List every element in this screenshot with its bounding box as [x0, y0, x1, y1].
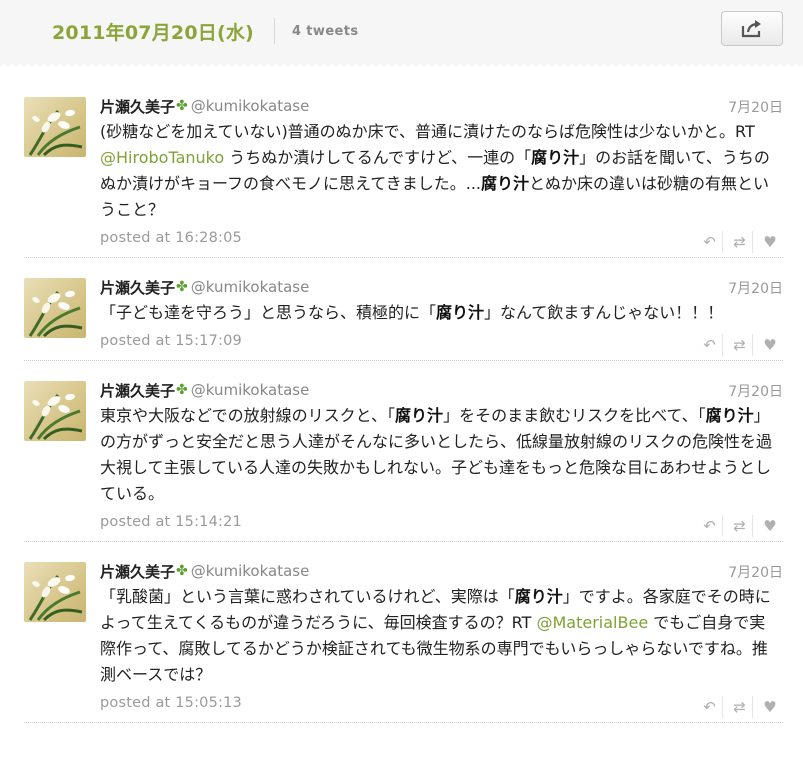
author-name[interactable]: 片瀬久美子 [100, 277, 175, 298]
clover-icon: ✤ [176, 98, 188, 114]
avatar[interactable] [24, 381, 86, 441]
retweet-icon[interactable]: ⇄ [727, 696, 753, 718]
reply-icon[interactable]: ↶ [697, 334, 723, 356]
posted-time[interactable]: posted at 15:14:21 [100, 514, 242, 530]
posted-time[interactable]: posted at 16:28:05 [100, 230, 242, 246]
tweet-date[interactable]: 7月20日 [728, 97, 783, 117]
tweet-list: 片瀬久美子 ✤ @kumikokatase 7月20日 (砂糖などを加えていない)普通の… [0, 63, 803, 723]
posted-time[interactable]: posted at 15:05:13 [100, 695, 242, 711]
clover-icon: ✤ [176, 279, 188, 295]
highlight-term: 腐り汁 [395, 406, 444, 425]
highlight-term: 腐り汁 [514, 587, 563, 606]
mention-link[interactable]: @MaterialBee [537, 613, 649, 632]
tweet-actions: ↶ ⇄ ♥ [697, 231, 783, 253]
author-handle[interactable]: @kumikokatase [191, 562, 310, 580]
author-name[interactable]: 片瀬久美子 [100, 96, 175, 117]
reply-icon[interactable]: ↶ [697, 231, 723, 253]
reply-icon[interactable]: ↶ [697, 696, 723, 718]
author-handle[interactable]: @kumikokatase [191, 97, 310, 115]
posted-time[interactable]: posted at 15:17:09 [100, 333, 242, 349]
timeline-header: 2011年07月20日(水) 4 tweets [0, 0, 803, 68]
avatar[interactable] [24, 97, 86, 157]
highlight-term: 腐り汁 [436, 303, 485, 322]
reply-icon[interactable]: ↶ [697, 515, 723, 537]
avatar[interactable] [24, 562, 86, 622]
highlight-term: 腐り汁 [481, 174, 530, 193]
author-handle[interactable]: @kumikokatase [191, 278, 310, 296]
retweet-icon[interactable]: ⇄ [727, 334, 753, 356]
tweet-text: 「乳酸菌」という言葉に惑わされているけれど、実際は「腐り汁」ですよ。各家庭でその… [100, 587, 771, 684]
tweet-date[interactable]: 7月20日 [728, 278, 783, 298]
tweet-text: (砂糖などを加えていない)普通のぬか床で、普通に漬けたのならば危険性は少ないかと… [100, 122, 770, 219]
share-icon [741, 19, 761, 37]
retweet-icon[interactable]: ⇄ [727, 515, 753, 537]
highlight-term: 腐り汁 [531, 148, 580, 167]
author-name[interactable]: 片瀬久美子 [100, 561, 175, 582]
mention-link[interactable]: @HiroboTanuko [100, 148, 224, 167]
heart-icon[interactable]: ♥ [757, 696, 783, 718]
clover-icon: ✤ [176, 563, 188, 579]
tweet-actions: ↶ ⇄ ♥ [697, 696, 783, 718]
tweet-item: 片瀬久美子 ✤ @kumikokatase 7月20日「乳酸菌」という言葉に惑わされて… [24, 550, 783, 723]
tweet-count: 4 tweets [291, 23, 359, 39]
share-button[interactable] [721, 11, 783, 46]
header-divider [273, 18, 275, 44]
tweet-date[interactable]: 7月20日 [728, 562, 783, 582]
tweet-date[interactable]: 7月20日 [728, 381, 783, 401]
header-edge [0, 62, 803, 68]
author-handle[interactable]: @kumikokatase [191, 381, 310, 399]
retweet-icon[interactable]: ⇄ [727, 231, 753, 253]
tweet-text: 東京や大阪などでの放射線のリスクと、「腐り汁」をそのまま飲むリスクを比べて、「腐… [100, 406, 773, 503]
heart-icon[interactable]: ♥ [757, 231, 783, 253]
tweet-item: 片瀬久美子 ✤ @kumikokatase 7月20日東京や大阪などでの放射線のリスク… [24, 369, 783, 542]
tweet-item: 片瀬久美子 ✤ @kumikokatase 7月20日 (砂糖などを加えていない)普通の… [24, 85, 783, 258]
date-title: 2011年07月20日(水) [52, 21, 254, 44]
highlight-term: 腐り汁 [705, 406, 754, 425]
author-name[interactable]: 片瀬久美子 [100, 380, 175, 401]
avatar[interactable] [24, 278, 86, 338]
clover-icon: ✤ [176, 382, 188, 398]
heart-icon[interactable]: ♥ [757, 334, 783, 356]
tweet-item: 片瀬久美子 ✤ @kumikokatase 7月20日 「子ども達を守ろう」と思うなら、… [24, 266, 783, 361]
tweet-actions: ↶ ⇄ ♥ [697, 515, 783, 537]
heart-icon[interactable]: ♥ [757, 515, 783, 537]
tweet-text: 「子ども達を守ろう」と思うなら、積極的に「腐り汁」なんて飲ますんじゃない！！！ [100, 303, 724, 322]
tweet-actions: ↶ ⇄ ♥ [697, 334, 783, 356]
